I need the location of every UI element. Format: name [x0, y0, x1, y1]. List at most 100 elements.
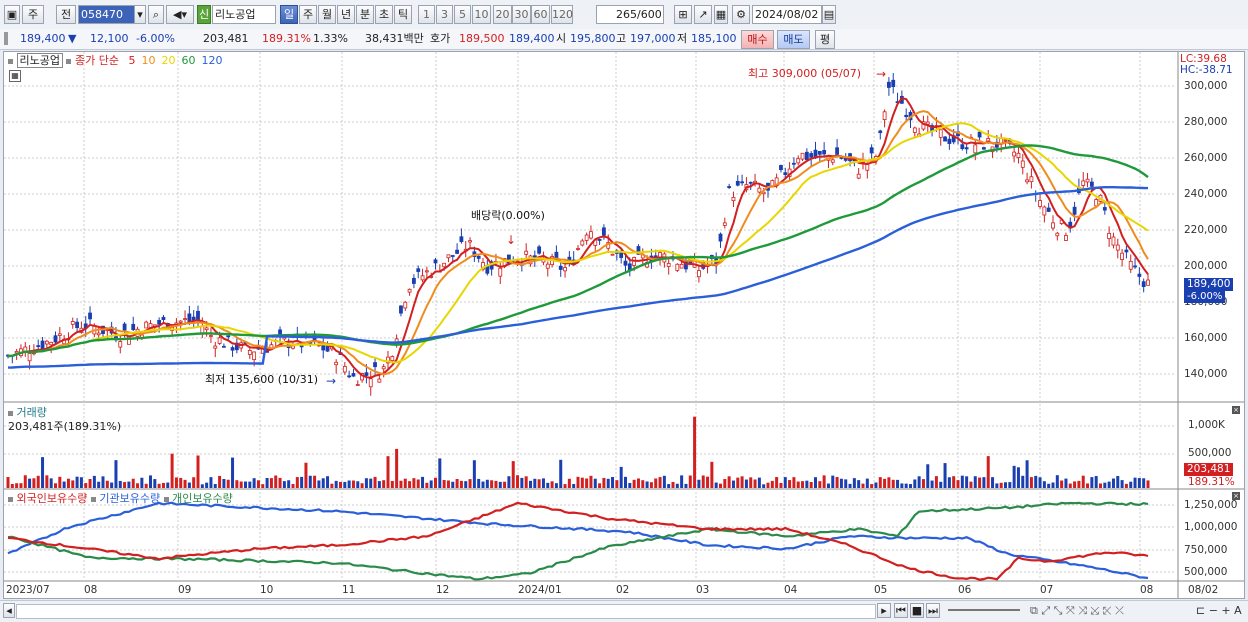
- interval-button-60[interactable]: 60: [531, 5, 550, 24]
- prev-button[interactable]: 전: [56, 5, 76, 24]
- candle-body: [157, 320, 162, 325]
- volume-bar: [507, 476, 511, 488]
- ma-label: 종가 단순: [74, 54, 119, 67]
- draw-tool-icon[interactable]: ↗: [694, 5, 712, 24]
- volume-bar: [54, 483, 57, 488]
- volume-bar: [766, 482, 770, 488]
- volume-value: 203,481: [203, 32, 249, 45]
- candle-body: [947, 138, 952, 144]
- candle-body: [381, 366, 386, 370]
- turnover-pct: 1.33%: [313, 32, 348, 45]
- eval-button[interactable]: 평: [815, 30, 835, 49]
- count-field[interactable]: 265/600: [596, 5, 664, 24]
- chart-container[interactable]: → → ↓ 리노공업 종가 단순 5 10 20 60 120 ▦ LC:39.68 HC:…: [3, 51, 1245, 599]
- volume-bar: [792, 477, 796, 488]
- volume-bar: [364, 478, 368, 488]
- interval-button-10[interactable]: 10: [472, 5, 491, 24]
- interval-button-120[interactable]: 120: [551, 5, 573, 24]
- stop-icon[interactable]: ■: [910, 603, 924, 618]
- candle-body: [1089, 181, 1094, 187]
- volume-bar: [317, 480, 321, 488]
- stock-code-input[interactable]: 058470: [78, 5, 136, 24]
- interval-button-20[interactable]: 20: [493, 5, 512, 24]
- zoom-slider[interactable]: [948, 609, 1020, 611]
- interval-button-5[interactable]: 5: [454, 5, 471, 24]
- volume-bar: [775, 477, 779, 488]
- chart-svg[interactable]: → → ↓: [4, 52, 1244, 598]
- period-button-3[interactable]: 년: [337, 5, 355, 24]
- price-legend: 리노공업 종가 단순 5 10 20 60 120: [8, 53, 223, 68]
- candle-body: [856, 173, 861, 179]
- volume-bar: [179, 477, 183, 488]
- volume-bar: [788, 480, 792, 488]
- candle-body: [1064, 235, 1068, 241]
- volume-bar: [580, 477, 584, 488]
- volume-bar: [658, 477, 662, 488]
- volume-bar: [131, 478, 135, 488]
- close-icon[interactable]: ×: [1232, 406, 1240, 414]
- candle-body: [459, 236, 464, 242]
- drawing-tools-icon[interactable]: ⧉ ⤢ ⤡ ⤧ ⤨ ⤩ ⤪ ⤫: [1030, 604, 1124, 618]
- chevron-down-icon[interactable]: ▾: [134, 5, 146, 24]
- ma-legend-120: 120: [201, 54, 223, 67]
- search-icon[interactable]: ⌕: [148, 5, 164, 24]
- period-button-1[interactable]: 주: [299, 5, 317, 24]
- scroll-track[interactable]: [16, 604, 876, 619]
- period-button-2[interactable]: 월: [318, 5, 336, 24]
- candle-body: [213, 345, 218, 349]
- scroll-right-button[interactable]: ▸: [877, 603, 891, 618]
- volume-bar: [1051, 482, 1055, 488]
- candle-body: [217, 337, 222, 344]
- buy-button[interactable]: 매수: [741, 30, 774, 49]
- mode-select[interactable]: 주: [22, 5, 44, 24]
- period-button-5[interactable]: 초: [375, 5, 393, 24]
- volume-bar: [719, 483, 722, 488]
- rewind-icon[interactable]: ⏮: [894, 603, 908, 618]
- volume-bar: [248, 481, 252, 488]
- volume-bar: [753, 479, 757, 488]
- volume-bar: [701, 475, 705, 488]
- window-icon[interactable]: ▣: [4, 5, 20, 24]
- volume-bar: [537, 479, 541, 488]
- candle-body: [498, 267, 503, 277]
- bottom-scrollbar[interactable]: ◂ ▸ ⏮ ■ ⏭ ⧉ ⤢ ⤡ ⤧ ⤨ ⤩ ⤪ ⤫ ⊏ − + A: [0, 600, 1248, 622]
- volume-bar: [62, 481, 66, 488]
- candle-body: [1029, 176, 1034, 183]
- save-icon[interactable]: ▦: [714, 5, 728, 24]
- volume-bar: [995, 483, 999, 488]
- candle-body: [40, 340, 45, 350]
- candle-body: [455, 249, 459, 254]
- volume-bar: [852, 478, 856, 488]
- candle-body: [209, 335, 213, 337]
- gear-icon[interactable]: ⚙: [732, 5, 750, 24]
- date-field[interactable]: 2024/08/02: [752, 5, 822, 24]
- volume-bar: [295, 477, 299, 488]
- chart-settings-icon[interactable]: ⊞: [674, 5, 692, 24]
- candle-body: [161, 316, 166, 320]
- speaker-icon[interactable]: ◀▾: [166, 5, 194, 24]
- interval-button-1[interactable]: 1: [418, 5, 435, 24]
- period-button-4[interactable]: 분: [356, 5, 374, 24]
- holders-tick: 750,000: [1184, 544, 1228, 556]
- table-icon[interactable]: ▦: [9, 70, 21, 82]
- calendar-icon[interactable]: ▤: [822, 5, 836, 24]
- interval-button-30[interactable]: 30: [512, 5, 531, 24]
- zoom-controls-icon[interactable]: ⊏ − + A: [1196, 604, 1242, 617]
- candle-body: [835, 147, 839, 155]
- period-button-6[interactable]: 틱: [394, 5, 412, 24]
- scroll-left-button[interactable]: ◂: [3, 603, 15, 618]
- volume-bar: [878, 477, 882, 488]
- volume-bar: [844, 479, 848, 488]
- candle-body: [731, 196, 736, 202]
- candle-body: [1120, 252, 1124, 260]
- sell-button[interactable]: 매도: [777, 30, 810, 49]
- interval-button-3[interactable]: 3: [436, 5, 453, 24]
- period-button-0[interactable]: 일: [280, 5, 298, 24]
- volume-tag: 203,481: [1184, 463, 1234, 476]
- volume-bar: [252, 478, 256, 488]
- ma-line-20: [7, 122, 1149, 364]
- forward-icon[interactable]: ⏭: [926, 603, 940, 618]
- volume-bar: [118, 480, 122, 488]
- volume-bar: [485, 479, 489, 488]
- volume-ratio: 189.31%: [262, 32, 311, 45]
